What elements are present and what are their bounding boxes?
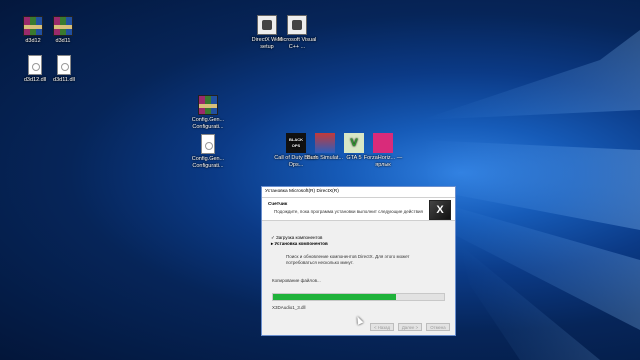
desktop-icon-config-gen-doc[interactable]: Config.Gen... Configurati... bbox=[186, 134, 230, 169]
directx-installer-dialog: Установка Microsoft(R) DirectX(R) Счетчи… bbox=[261, 186, 456, 336]
header-subtitle: Подождите, пока программа установки выпо… bbox=[274, 209, 423, 214]
desktop-icon-forza-horizon[interactable]: ForzaHoriz... — ярлык bbox=[361, 133, 405, 168]
directx-logo-icon: X bbox=[429, 200, 451, 220]
header-title: Счетчик bbox=[268, 202, 288, 207]
cancel-button[interactable]: Отмена bbox=[426, 323, 450, 331]
winrar-archive-icon bbox=[53, 16, 73, 36]
current-file-label: X3DAudio1_3.dll bbox=[272, 305, 306, 310]
dialog-title-bar[interactable]: Установка Microsoft(R) DirectX(R) bbox=[262, 187, 455, 198]
setup-icon bbox=[287, 15, 307, 35]
back-button[interactable]: < Назад bbox=[370, 323, 394, 331]
install-steps: ✓ Загрузка компонентов ▸ Установка компо… bbox=[271, 235, 328, 247]
progress-bar-fill bbox=[273, 294, 397, 300]
copying-files-label: Копирование файлов... bbox=[272, 278, 321, 283]
dll-file-icon bbox=[28, 55, 42, 75]
desktop-icon-d3d11-dll[interactable]: d3d11.dll bbox=[42, 55, 86, 84]
desktop-icon-d3d11-rar[interactable]: d3d11 bbox=[41, 16, 85, 45]
winrar-archive-icon bbox=[23, 16, 43, 36]
step-install-components: ▸ Установка компонентов bbox=[271, 241, 328, 246]
dll-file-icon bbox=[57, 55, 71, 75]
desktop-icon-visual-cpp[interactable]: Microsoft Visual C++ ... bbox=[275, 15, 319, 50]
desktop-icon-label: d3d11 bbox=[55, 38, 71, 44]
progress-bar bbox=[272, 293, 445, 301]
config-file-icon bbox=[201, 134, 215, 154]
desktop-icon-label: ForzaHoriz... — ярлык bbox=[363, 155, 403, 168]
winrar-archive-icon bbox=[198, 95, 218, 115]
desktop-icon-label: d3d11.dll bbox=[53, 77, 75, 83]
dialog-buttons: < Назад Далее > Отмена bbox=[370, 323, 450, 331]
next-button[interactable]: Далее > bbox=[398, 323, 422, 331]
dialog-header: Счетчик Подождите, пока программа устано… bbox=[262, 198, 455, 221]
status-message: Поиск и обновление компонентов DirectX. … bbox=[286, 254, 410, 265]
dialog-title: Установка Microsoft(R) DirectX(R) bbox=[265, 189, 339, 194]
setup-icon bbox=[257, 15, 277, 35]
desktop-icon-label: Config.Gen... Configurati... bbox=[191, 156, 225, 169]
desktop-icon-label: Microsoft Visual C++ ... bbox=[277, 37, 317, 50]
desktop-icon-config-gen-rar[interactable]: Config.Gen... Configurati... bbox=[186, 95, 230, 130]
forza-horizon-game-icon bbox=[373, 133, 393, 153]
desktop-icon-label: Config.Gen... Configurati... bbox=[191, 117, 225, 130]
